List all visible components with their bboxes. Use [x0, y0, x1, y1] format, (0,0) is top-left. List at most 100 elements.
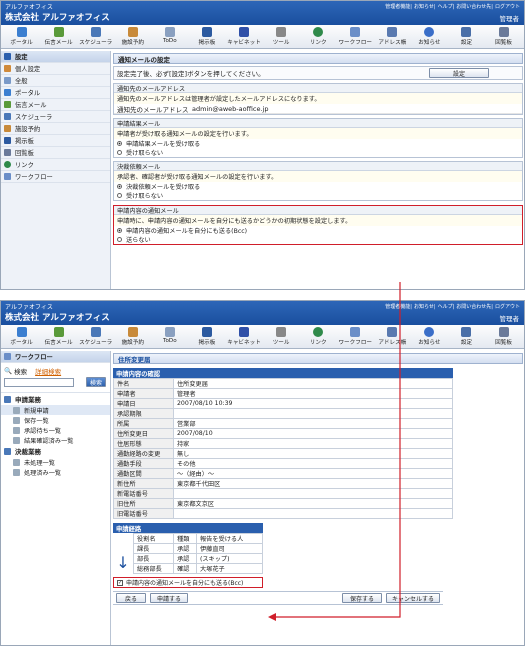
toolbar-scheduler[interactable]: スケジューラ [77, 25, 114, 48]
header-link[interactable]: ログアウト [495, 4, 520, 10]
header-link[interactable]: お問い合わせ先 [456, 4, 491, 10]
detail-label: 旧住所 [113, 498, 174, 509]
toolbar-circular[interactable]: 回覧板 [485, 25, 522, 48]
toolbar-settings[interactable]: 設定 [448, 25, 485, 48]
radio-notify-none[interactable]: 送らない [114, 235, 522, 244]
toolbar-address[interactable]: アドレス帳 [374, 25, 411, 48]
toolbar-notice[interactable]: お知らせ [411, 25, 448, 48]
radio-result-none[interactable]: 受け取らない [114, 148, 522, 157]
radio-notify-send[interactable]: 申請内容の通知メールを自分にも送る(Bcc) [114, 226, 522, 235]
detail-value: 住所変更届 [173, 378, 453, 389]
detail-search-link[interactable]: 詳細検索 [35, 366, 61, 376]
toolbar-board[interactable]: 掲示板 [188, 325, 225, 348]
addr-row: 通知先のメールアドレス admin@aweb-aoffice.jp [114, 104, 522, 114]
header-link[interactable]: ヘルプ [438, 4, 453, 10]
radio-icon [117, 228, 122, 233]
sidebar-item-general[interactable]: 全般 [1, 75, 110, 87]
radio-result-receive[interactable]: 申請結果メールを受け取る [114, 139, 522, 148]
arrow-down-icon: ↓ [116, 553, 130, 572]
toolbar-board[interactable]: 掲示板 [188, 25, 225, 48]
nav-new-application[interactable]: 新規申請 [1, 405, 110, 415]
radio-approval-none[interactable]: 受け取らない [114, 191, 522, 200]
detail-value: その他 [173, 458, 453, 469]
header-link[interactable]: 管理者機能 [385, 304, 410, 310]
back-button[interactable]: 戻る [116, 593, 146, 603]
route-header: 種類 [173, 533, 197, 544]
toolbar-mail[interactable]: 伝言メール [40, 325, 77, 348]
nav-confirmed-list[interactable]: 結果確認済み一覧 [1, 435, 110, 445]
nav-unprocessed-list[interactable]: 未処理一覧 [1, 457, 110, 467]
toolbar-address[interactable]: アドレス帳 [374, 325, 411, 348]
header-link[interactable]: お知らせ [414, 4, 434, 10]
toolbar-cabinet[interactable]: キャビネット [225, 325, 262, 348]
toolbar-settings[interactable]: 設定 [448, 325, 485, 348]
toolbar-facility[interactable]: 施設予約 [114, 25, 151, 48]
toolbar-notice[interactable]: お知らせ [411, 325, 448, 348]
toolbar-tools[interactable]: ツール [263, 25, 300, 48]
detail-label: 通勤区間 [113, 468, 174, 479]
toolbar-facility[interactable]: 施設予約 [114, 325, 151, 348]
toolbar-workflow[interactable]: ワークフロー [337, 325, 374, 348]
toolbar-workflow[interactable]: ワークフロー [337, 25, 374, 48]
save-button[interactable]: 保存する [342, 593, 382, 603]
toolbar-mail[interactable]: 伝言メール [40, 25, 77, 48]
sidebar-item-facility[interactable]: 施設予約 [1, 123, 110, 135]
search-input-row: 検索 [4, 377, 107, 387]
search-row: 🔍 検索 詳細検索 [4, 366, 107, 376]
pencil-icon [4, 395, 11, 403]
sidebar-item-mail[interactable]: 伝言メール [1, 99, 110, 111]
sidebar-item-personal[interactable]: 個人設定 [1, 63, 110, 75]
building-icon [127, 27, 138, 37]
document-icon [13, 458, 20, 466]
settings-icon [461, 27, 472, 37]
sidebar-item-circular[interactable]: 回覧板 [1, 147, 110, 159]
nav-saved-list[interactable]: 保存一覧 [1, 415, 110, 425]
apply-button[interactable]: 申請する [150, 593, 188, 603]
checkbox-icon[interactable]: ✓ [117, 579, 123, 586]
radio-icon [117, 141, 122, 146]
search-input[interactable] [4, 377, 74, 387]
sidebar-item-link[interactable]: リンク [1, 159, 110, 171]
route-header: 報告を受ける人 [195, 533, 264, 544]
header-link[interactable]: お知らせ [414, 304, 434, 310]
toolbar-link[interactable]: リンク [300, 325, 337, 348]
mail-icon [53, 327, 64, 337]
address-book-icon [387, 27, 398, 37]
toolbar-cabinet[interactable]: キャビネット [225, 25, 262, 48]
bcc-checkbox-row[interactable]: ✓ 申請内容の通知メールを自分にも送る(Bcc) [113, 577, 263, 588]
header-link[interactable]: ヘルプ [438, 304, 453, 310]
nav-pending-list[interactable]: 承認待ち一覧 [1, 425, 110, 435]
sidebar-item-scheduler[interactable]: スケジューラ [1, 111, 110, 123]
toolbar-scheduler[interactable]: スケジューラ [77, 325, 114, 348]
radio-approval-receive[interactable]: 決裁依頼メールを受け取る [114, 182, 522, 191]
toolbar-tools[interactable]: ツール [263, 325, 300, 348]
header-link[interactable]: 管理者機能 [385, 4, 410, 10]
header-link[interactable]: ログアウト [495, 304, 520, 310]
detail-label: 通勤手段 [113, 458, 174, 469]
search-button[interactable]: 検索 [86, 377, 106, 387]
detail-value [173, 488, 453, 499]
instruction-text: 設定完了後、必ず[設定]ボタンを押してください。 [117, 70, 265, 78]
toolbar-todo[interactable]: ToDo [151, 325, 188, 348]
nav-processed-list[interactable]: 処理済み一覧 [1, 467, 110, 477]
sidebar-item-board[interactable]: 掲示板 [1, 135, 110, 147]
sidebar-item-workflow[interactable]: ワークフロー [1, 171, 110, 183]
header-link[interactable]: お問い合わせ先 [456, 304, 491, 310]
sidebar-item-settings[interactable]: 設定 [1, 51, 110, 63]
circular-icon [4, 149, 11, 156]
document-icon [13, 416, 20, 424]
toolbar-link[interactable]: リンク [300, 25, 337, 48]
cancel-button[interactable]: キャンセルする [386, 593, 440, 603]
toolbar-todo[interactable]: ToDo [151, 25, 188, 48]
toolbar-circular[interactable]: 回覧板 [485, 325, 522, 348]
toolbar-portal[interactable]: ポータル [3, 25, 40, 48]
detail-label: 申請者 [113, 388, 174, 399]
settings-icon [461, 327, 472, 337]
sidebar-item-portal[interactable]: ポータル [1, 87, 110, 99]
detail-value [173, 408, 453, 419]
route-header: 役割名 [132, 533, 175, 544]
board-icon [201, 27, 212, 37]
save-settings-button[interactable]: 設定 [429, 68, 489, 78]
toolbar-portal[interactable]: ポータル [3, 325, 40, 348]
radio-icon [117, 237, 122, 242]
